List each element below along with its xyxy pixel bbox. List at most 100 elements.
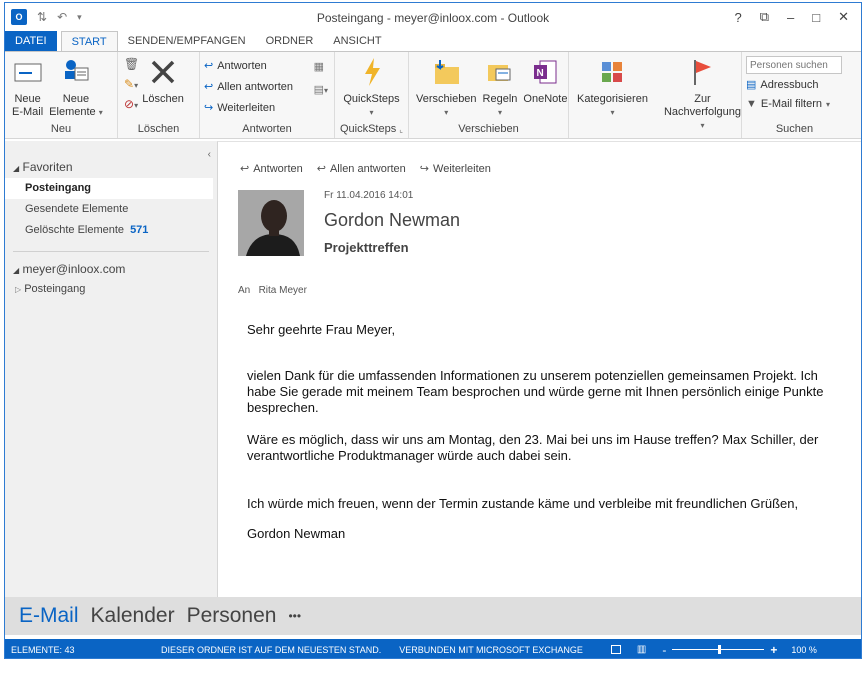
group-label-quicksteps: QuickSteps ⌞ bbox=[339, 123, 404, 135]
chevron-down-icon: ▾ bbox=[497, 108, 502, 117]
recipients: An Rita Meyer bbox=[238, 285, 307, 296]
folder-item-inbox[interactable]: Posteingang bbox=[5, 178, 213, 199]
favorites-header[interactable]: ◢ Favoriten bbox=[5, 160, 217, 174]
group-label-new: Neu bbox=[50, 123, 72, 135]
group-label-delete: Löschen bbox=[137, 123, 180, 135]
folder-item-sent[interactable]: Gesendete Elemente bbox=[5, 199, 217, 220]
junk-icon[interactable]: ⊘▾ bbox=[124, 97, 139, 111]
forward-icon: ↪ bbox=[204, 102, 214, 114]
maximize-button[interactable]: □ bbox=[812, 10, 820, 25]
tab-start[interactable]: START bbox=[60, 31, 118, 52]
status-folder: DIESER ORDNER IST AUF DEM NEUESTEN STAND… bbox=[161, 644, 382, 655]
body-paragraph: vielen Dank für die umfassenden Informat… bbox=[247, 368, 824, 415]
group-respond: ↩ Antworten ↩ Allen antworten ↪ Weiterleite… bbox=[200, 52, 335, 138]
title-bar: O ⇅ ↶ ▾ Posteingang - meyer@inloox.com -… bbox=[5, 3, 861, 31]
group-label-find: Suchen bbox=[775, 123, 814, 135]
group-new: Neue E-Mail Neue Elemente ▾ Neu bbox=[5, 52, 118, 138]
group-move: Verschieben ▾ Regeln ▾ N OneNote Verschi… bbox=[409, 52, 569, 138]
search-people-input[interactable] bbox=[746, 56, 842, 74]
rules-icon bbox=[487, 65, 511, 81]
unread-count-badge: 571 bbox=[130, 224, 149, 236]
dialog-launcher-icon[interactable]: ⌞ bbox=[399, 125, 403, 134]
status-bar: ELEMENTE: 43 DIESER ORDNER IST AUF DEM N… bbox=[5, 639, 861, 658]
ribbon-display-button[interactable]: ⧉ bbox=[760, 9, 769, 25]
zoom-slider[interactable] bbox=[672, 645, 765, 654]
categorize-button[interactable]: Kategorisieren ▾ bbox=[573, 55, 651, 138]
ignore-icon[interactable]: 🗑 bbox=[124, 57, 139, 71]
meeting-reply-icon[interactable]: ▦ bbox=[314, 60, 328, 73]
reply-all-action[interactable]: ↩ Allen antworten bbox=[317, 162, 406, 176]
ribbon: Neue E-Mail Neue Elemente ▾ Neu 🗑 ✎▾ ⊘▾ … bbox=[5, 51, 861, 139]
svg-text:N: N bbox=[537, 68, 544, 79]
nav-people[interactable]: Personen bbox=[187, 604, 277, 628]
account-header[interactable]: ◢ meyer@inloox.com bbox=[5, 262, 217, 276]
message-actions: ↩ Antworten ↩ Allen antworten ↪ Weiterleite… bbox=[240, 162, 491, 176]
body-paragraph: Ich würde mich freuen, wenn der Termin z… bbox=[247, 496, 799, 511]
chevron-down-icon: ▾ bbox=[98, 108, 103, 117]
expand-icon: ◢ bbox=[13, 164, 20, 173]
tab-ansicht[interactable]: ANSICHT bbox=[323, 31, 391, 51]
message-body: Sehr geehrte Frau Meyer, vielen Dank für… bbox=[247, 322, 837, 542]
collapsed-arrow-icon: ▷ bbox=[15, 285, 22, 294]
minimize-button[interactable]: – bbox=[787, 10, 794, 25]
folder-item-deleted[interactable]: Gelöschte Elemente 571 bbox=[5, 220, 217, 241]
status-item-count: ELEMENTE: 43 bbox=[11, 644, 75, 655]
help-button[interactable]: ? bbox=[734, 10, 741, 25]
zoom-slider-thumb[interactable] bbox=[718, 645, 722, 654]
chevron-down-icon: ▾ bbox=[444, 108, 449, 117]
normal-view-icon[interactable] bbox=[610, 645, 621, 654]
reply-icon: ↩ bbox=[204, 60, 214, 72]
chevron-down-icon: ▾ bbox=[826, 99, 831, 109]
sender-name[interactable]: Gordon Newman bbox=[324, 210, 460, 231]
folder-pane: ‹ ◢ Favoriten Posteingang Gesendete Elem… bbox=[5, 141, 217, 597]
outlook-logo-icon[interactable]: O bbox=[11, 9, 27, 25]
close-button[interactable]: ✕ bbox=[838, 9, 849, 25]
customize-toolbar-icon[interactable]: ▾ bbox=[77, 12, 82, 23]
more-respond-icon[interactable]: ▤▾ bbox=[314, 83, 328, 96]
folder-item-account-inbox[interactable]: ▷ Posteingang bbox=[5, 279, 217, 300]
group-quicksteps: QuickSteps ▾ QuickSteps ⌞ bbox=[335, 52, 409, 138]
reply-all-button[interactable]: ↩ Allen antworten bbox=[204, 76, 330, 97]
chevron-down-icon: ▾ bbox=[700, 121, 705, 130]
new-items-icon bbox=[64, 60, 89, 81]
forward-action[interactable]: ↪ Weiterleiten bbox=[419, 162, 491, 176]
zoom-level[interactable]: 100 % bbox=[791, 645, 817, 655]
address-book-button[interactable]: ▤ Adressbuch bbox=[746, 74, 843, 95]
group-delete: 🗑 ✎▾ ⊘▾ Löschen Löschen bbox=[118, 52, 200, 138]
body-paragraph: Wäre es möglich, dass wir uns am Montag,… bbox=[247, 432, 819, 463]
group-find: ▤Adressbuch ▼E-Mail filtern▾ Suchen bbox=[742, 52, 847, 138]
chevron-down-icon: ▾ bbox=[369, 108, 374, 117]
follow-up-button[interactable]: Zur Nachverfolgung ▾ bbox=[661, 55, 744, 138]
undo-icon[interactable]: ↶ bbox=[57, 10, 67, 24]
person-icon bbox=[238, 190, 304, 256]
ribbon-tabs: DATEI START SENDEN/EMPFANGEN ORDNER ANSI… bbox=[5, 31, 861, 52]
reply-button[interactable]: ↩ Antworten bbox=[204, 55, 330, 76]
forward-button[interactable]: ↪ Weiterleiten bbox=[204, 97, 330, 118]
move-folder-icon bbox=[435, 60, 460, 84]
cleanup-icon[interactable]: ✎▾ bbox=[124, 77, 139, 91]
zoom-out-button[interactable]: - bbox=[662, 643, 666, 657]
nav-more-icon[interactable]: ••• bbox=[288, 609, 301, 623]
tab-datei[interactable]: DATEI bbox=[5, 31, 57, 51]
flag-icon bbox=[694, 60, 712, 85]
tab-ordner[interactable]: ORDNER bbox=[256, 31, 324, 51]
group-tags: Kategorisieren ▾ Zur Nachverfolgung ▾ bbox=[569, 52, 742, 138]
tab-senden-empfangen[interactable]: SENDEN/EMPFANGEN bbox=[118, 31, 256, 51]
nav-mail[interactable]: E-Mail bbox=[19, 604, 79, 628]
body-paragraph: Gordon Newman bbox=[247, 526, 346, 541]
nav-calendar[interactable]: Kalender bbox=[91, 604, 175, 628]
sender-photo[interactable] bbox=[238, 190, 304, 256]
address-book-icon: ▤ bbox=[746, 79, 757, 91]
lightning-icon bbox=[364, 58, 380, 86]
reply-all-icon: ↩ bbox=[204, 81, 214, 93]
collapse-pane-icon[interactable]: ‹ bbox=[208, 149, 211, 160]
filter-email-button[interactable]: ▼ E-Mail filtern ▾ bbox=[746, 95, 843, 113]
reply-action[interactable]: ↩ Antworten bbox=[240, 162, 303, 176]
chevron-down-icon: ▾ bbox=[610, 108, 615, 117]
send-receive-icon[interactable]: ⇅ bbox=[37, 10, 47, 24]
reading-view-icon[interactable]: ▥ bbox=[637, 644, 646, 655]
forward-icon: ↪ bbox=[419, 163, 430, 175]
window-title: Posteingang - meyer@inloox.com - Outlook bbox=[316, 11, 550, 25]
recipient-name[interactable]: Rita Meyer bbox=[259, 285, 307, 296]
zoom-in-button[interactable]: + bbox=[770, 643, 777, 657]
